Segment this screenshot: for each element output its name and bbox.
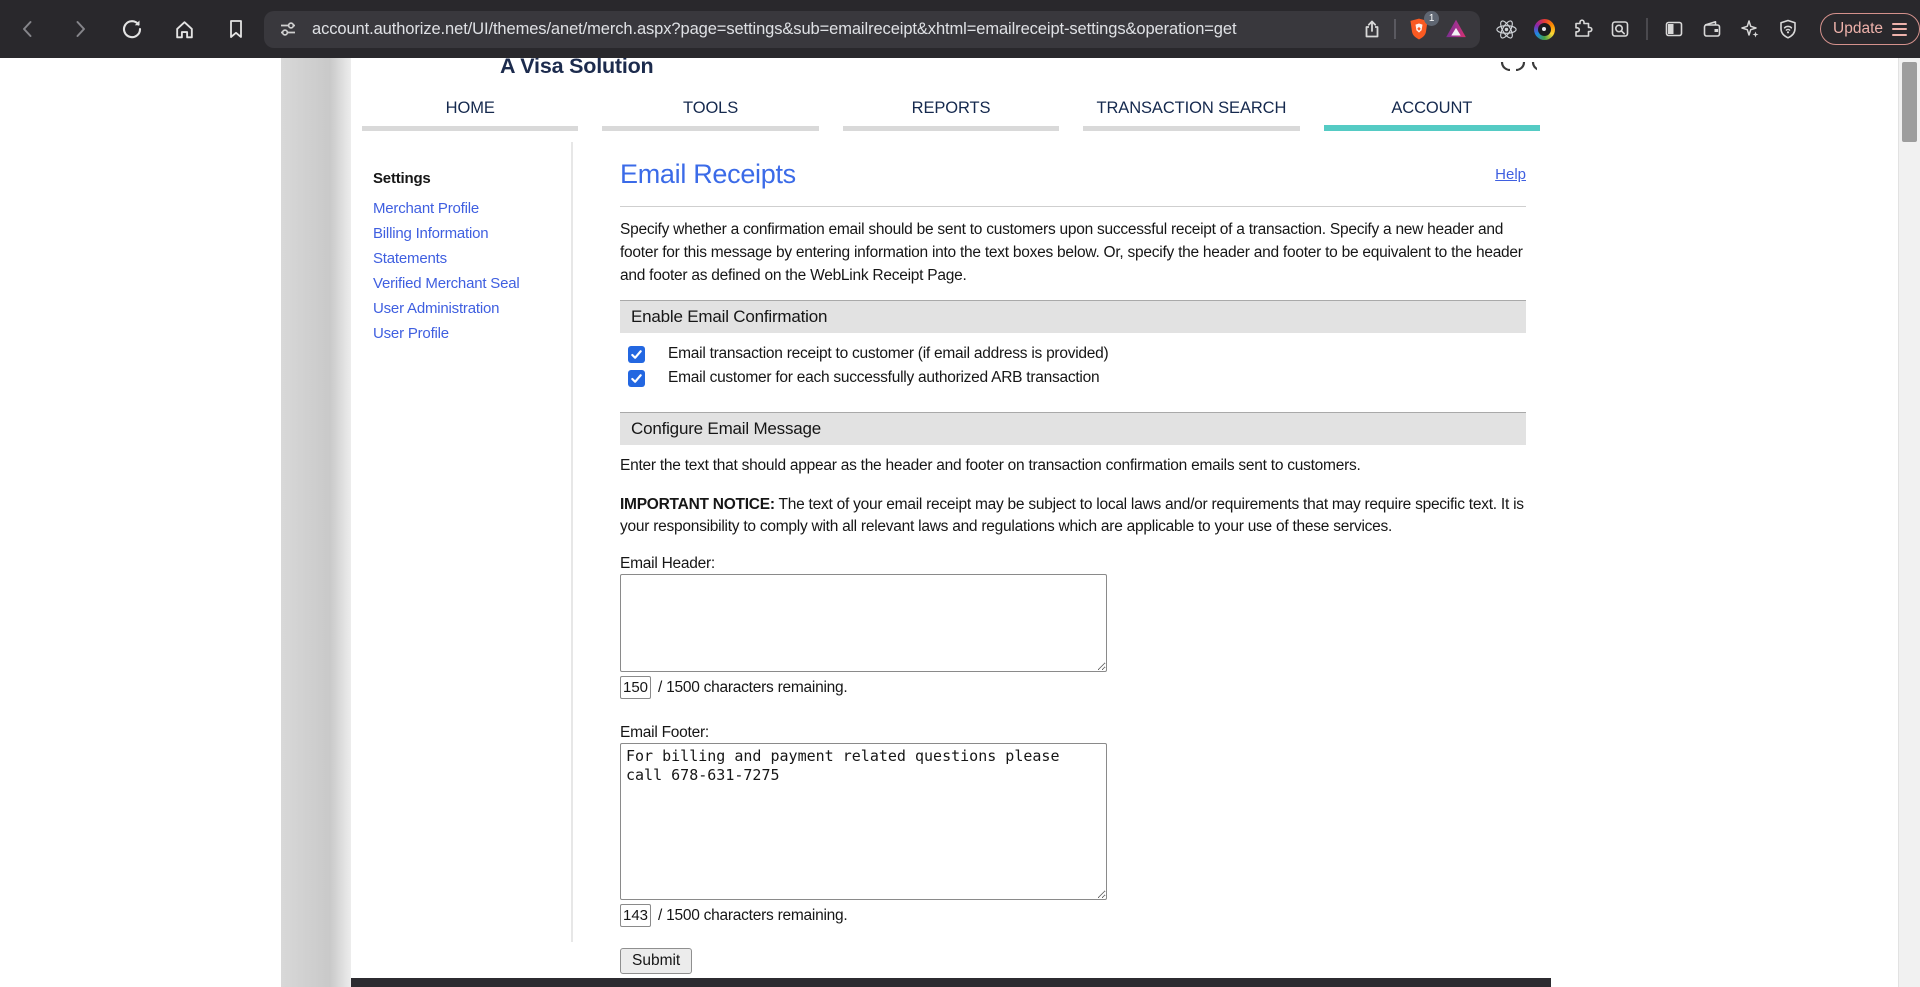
lens-extension-icon[interactable]: [1532, 17, 1556, 41]
brave-shields-icon[interactable]: 1: [1406, 16, 1432, 42]
brave-rewards-icon[interactable]: [1444, 17, 1468, 41]
sidebar-item-user-administration[interactable]: User Administration: [373, 301, 563, 316]
sidebar-title: Settings: [373, 170, 563, 187]
wallet-icon[interactable]: [1700, 17, 1724, 41]
sidebar-toggle-icon[interactable]: [1662, 17, 1686, 41]
scrollbar-thumb[interactable]: [1902, 62, 1917, 142]
update-button[interactable]: Update: [1820, 13, 1920, 45]
checkbox-row-arb-transaction: Email customer for each successfully aut…: [620, 369, 1526, 387]
browser-window: account.authorize.net/UI/themes/anet/mer…: [0, 0, 1920, 987]
title-rule: [620, 206, 1526, 207]
leo-ai-sparkle-icon[interactable]: [1738, 17, 1762, 41]
clipped-header-element: [1497, 58, 1537, 76]
sidebar-item-verified-merchant-seal[interactable]: Verified Merchant Seal: [373, 276, 563, 291]
help-link[interactable]: Help: [1495, 166, 1526, 183]
tab-reports[interactable]: REPORTS: [843, 98, 1059, 131]
tab-tools[interactable]: TOOLS: [602, 98, 818, 131]
back-icon[interactable]: [16, 17, 40, 41]
menu-icon[interactable]: [1892, 23, 1907, 36]
sidebar-divider: [571, 142, 573, 942]
intro-text: Specify whether a confirmation email sho…: [620, 218, 1526, 287]
email-header-remaining-input[interactable]: [620, 676, 651, 699]
shields-badge: 1: [1424, 11, 1439, 26]
vertical-scrollbar[interactable]: [1898, 58, 1920, 987]
tab-home[interactable]: HOME: [362, 98, 578, 131]
update-label: Update: [1833, 20, 1883, 38]
page-title: Email Receipts: [620, 158, 796, 190]
email-receipts-panel: Email Receipts Help Specify whether a co…: [620, 158, 1526, 974]
submit-button[interactable]: Submit: [620, 948, 692, 974]
sidebar-item-merchant-profile[interactable]: Merchant Profile: [373, 201, 563, 216]
browser-toolbar: account.authorize.net/UI/themes/anet/mer…: [0, 0, 1920, 58]
tab-transaction-search[interactable]: TRANSACTION SEARCH: [1083, 98, 1299, 131]
page-content: A Visa Solution HOME TOOLS REPORTS TRANS…: [351, 58, 1551, 987]
reload-icon[interactable]: [120, 17, 144, 41]
email-footer-remaining-text: / 1500 characters remaining.: [658, 907, 847, 925]
email-footer-textarea[interactable]: For billing and payment related question…: [620, 743, 1107, 900]
sidebar-item-user-profile[interactable]: User Profile: [373, 326, 563, 341]
checkbox-label: Email transaction receipt to customer (i…: [668, 345, 1108, 363]
page-footer-edge: [351, 978, 1551, 987]
email-footer-remaining-input[interactable]: [620, 904, 651, 927]
email-header-count-row: / 1500 characters remaining.: [620, 676, 1526, 699]
email-header-textarea[interactable]: [620, 574, 1107, 672]
enable-email-confirmation-header: Enable Email Confirmation: [620, 300, 1526, 333]
email-header-remaining-text: / 1500 characters remaining.: [658, 679, 847, 697]
react-devtools-extension-icon[interactable]: [1494, 17, 1518, 41]
toolbar-divider: [1646, 18, 1648, 40]
checkbox-row-transaction-receipt: Email transaction receipt to customer (i…: [620, 345, 1526, 363]
email-transaction-receipt-checkbox[interactable]: [628, 346, 645, 363]
vpn-shield-icon[interactable]: [1776, 17, 1800, 41]
bookmark-icon[interactable]: [224, 17, 248, 41]
share-icon[interactable]: [1360, 17, 1384, 41]
forward-icon[interactable]: [68, 17, 92, 41]
important-notice-label: IMPORTANT NOTICE:: [620, 496, 775, 513]
configure-instructions: Enter the text that should appear as the…: [620, 457, 1526, 475]
email-footer-label: Email Footer:: [620, 724, 1526, 742]
email-arb-transaction-checkbox[interactable]: [628, 370, 645, 387]
tab-account[interactable]: ACCOUNT: [1324, 98, 1540, 131]
site-settings-icon[interactable]: [276, 17, 300, 41]
page-left-shadow: [281, 58, 351, 987]
email-footer-count-row: / 1500 characters remaining.: [620, 904, 1526, 927]
important-notice: IMPORTANT NOTICE: The text of your email…: [620, 494, 1526, 538]
sidebar-item-billing-information[interactable]: Billing Information: [373, 226, 563, 241]
address-bar[interactable]: account.authorize.net/UI/themes/anet/mer…: [264, 11, 1480, 48]
capture-search-extension-icon[interactable]: [1608, 17, 1632, 41]
extensions-puzzle-icon[interactable]: [1570, 17, 1594, 41]
email-header-label: Email Header:: [620, 555, 1526, 573]
sidebar-item-statements[interactable]: Statements: [373, 251, 563, 266]
home-icon[interactable]: [172, 17, 196, 41]
toolbar-divider: [1394, 19, 1396, 39]
checkbox-label: Email customer for each successfully aut…: [668, 369, 1099, 387]
configure-email-message-header: Configure Email Message: [620, 412, 1526, 445]
url-text[interactable]: account.authorize.net/UI/themes/anet/mer…: [312, 20, 1360, 39]
primary-nav: HOME TOOLS REPORTS TRANSACTION SEARCH AC…: [362, 98, 1540, 131]
settings-sidebar: Settings Merchant Profile Billing Inform…: [373, 170, 563, 341]
